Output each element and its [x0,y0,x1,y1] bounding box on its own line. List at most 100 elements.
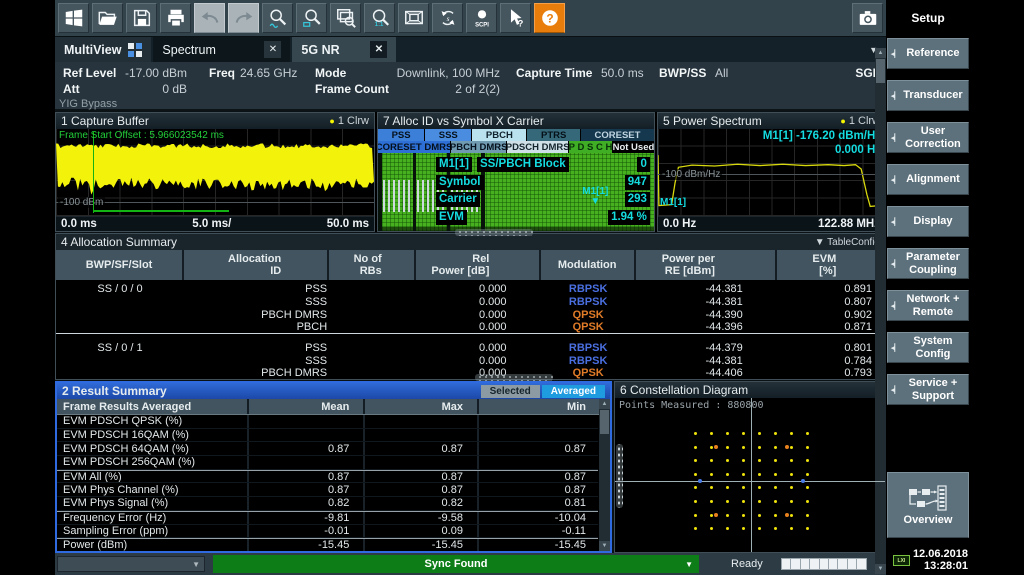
softkey-user-correction[interactable]: ◂▏User Correction [887,122,969,153]
table-row[interactable]: SSS0.000RBPSK-44.3810.784 [56,354,885,367]
table-row[interactable]: PBCH DMRS0.000QPSK-44.4060.793 [56,367,885,379]
tab-multiview[interactable]: MultiView [55,37,151,62]
screenshot-button[interactable] [852,3,883,33]
result-header: Frame Results AveragedMeanMaxMin [57,399,610,415]
table-config-dropdown[interactable]: ▼ TableConfig [815,237,880,248]
table-row[interactable]: SS / 0 / 1PSS0.000RBPSK-44.3790.801 [56,341,885,354]
splitter-handle[interactable] [475,374,553,381]
capture-time-value[interactable]: 50.0 ms [601,66,644,80]
ref-level-value[interactable]: -17.00 dBm [115,66,187,80]
mode-value[interactable]: Downlink, 100 MHz [355,66,500,80]
sync-status-bar[interactable]: Sync Found ▼ [213,555,699,573]
zoom-trace-button[interactable] [262,3,293,33]
status-dropdown[interactable]: ▼ [57,556,205,572]
scroll-down-icon[interactable]: ▼ [599,541,610,551]
constellation-point [742,473,745,476]
result-row[interactable]: EVM PDSCH 256QAM (%) [57,456,598,470]
frame-start-marker-line[interactable] [93,132,94,214]
fit-screen-button[interactable] [398,3,429,33]
table-row[interactable]: SS / 0 / 0PSS0.000RBPSK-44.3810.891 [56,282,885,295]
column-header[interactable]: Modulation [541,250,636,280]
softkey-service-support[interactable]: ◂▏Service + Support [887,374,969,405]
column-header[interactable]: BWP/SF/Slot [56,250,184,280]
softkey-system-config[interactable]: ◂▏System Config [887,332,969,363]
result-row[interactable]: EVM Phys Channel (%)0.870.870.87 [57,483,598,497]
column-header[interactable]: Rel Power [dB] [416,250,540,280]
cell-allocation-id: PBCH DMRS [184,367,329,379]
scrollbar-thumb[interactable] [876,59,885,83]
result-scrollbar[interactable]: ▲ ▼ [599,399,610,551]
channel-settings-bar: Ref Level -17.00 dBm Att 0 dB YIG Bypass… [55,62,886,111]
cell-mean: 0.87 [249,471,365,483]
softkey-parameter-coupling[interactable]: ◂▏Parameter Coupling [887,248,969,279]
tab-spectrum[interactable]: Spectrum ✕ [153,37,290,62]
column-header[interactable]: Frame Results Averaged [57,399,249,414]
frame-count-value[interactable]: 2 of 2(2) [355,82,500,96]
softkey-reference[interactable]: ◂▏Reference [887,38,969,69]
close-icon[interactable]: ✕ [370,41,387,58]
undo-button[interactable] [194,3,225,33]
redo-icon [233,7,255,29]
single-sweep-refresh-button[interactable]: s [432,3,463,33]
legend-item: CORESET [581,129,654,141]
scrollbar-thumb[interactable] [600,410,609,434]
result-row[interactable]: EVM PDSCH 16QAM (%) [57,429,598,443]
result-row[interactable]: Sampling Error (ppm)-0.010.09-0.11 [57,525,598,539]
cell-modulation: QPSK [541,367,636,379]
result-row[interactable]: EVM All (%)0.870.870.87 [57,470,598,484]
result-row[interactable]: EVM PDSCH QPSK (%) [57,415,598,429]
help-button[interactable]: ? [534,3,565,33]
freq-value[interactable]: 24.65 GHz [240,66,297,80]
result-row[interactable]: EVM PDSCH 64QAM (%)0.870.870.87 [57,442,598,456]
result-row[interactable]: EVM Phys Signal (%)0.820.820.81 [57,497,598,511]
averaged-view-button[interactable]: Averaged [542,385,605,398]
open-file-button[interactable] [92,3,123,33]
marker-m1-tag[interactable]: M1[1] [660,198,686,208]
softkey-network-remote[interactable]: ◂▏Network + Remote [887,290,969,321]
close-icon[interactable]: ✕ [264,41,281,58]
column-header[interactable]: Power per RE [dBm] [636,250,777,280]
scroll-up-icon[interactable]: ▲ [875,48,886,58]
att-value[interactable]: 0 dB [115,82,187,96]
panel-title: 6 Constellation Diagram [620,383,748,397]
column-header[interactable]: Mean [249,399,365,414]
windows-menu-button[interactable] [58,3,89,33]
splitter-handle[interactable] [616,444,623,508]
result-row[interactable]: Frequency Error (Hz)-9.81-9.58-10.04 [57,511,598,525]
scpi-recorder-button[interactable]: SCPI [466,3,497,33]
table-row[interactable]: PBCH DMRS0.000QPSK-44.3900.902 [56,308,885,321]
splitter-handle[interactable] [455,229,533,236]
allocation-summary-title-bar: 4 Allocation Summary ▼ TableConfig [56,234,885,250]
cell-label: EVM PDSCH 256QAM (%) [57,456,249,469]
softkey-transducer[interactable]: ◂▏Transducer [887,80,969,111]
cell-mean [249,415,365,428]
column-header[interactable]: Max [365,399,479,414]
column-header[interactable]: Allocation ID [184,250,329,280]
column-header[interactable]: No of RBs [329,250,416,280]
setup-menu-header[interactable]: Setup [886,0,970,36]
marker-m1-tag[interactable]: M1[1] ▼ [582,187,608,207]
bwp-ss-value[interactable]: All [715,66,728,80]
softkey-alignment[interactable]: ◂▏Alignment [887,164,969,195]
softkey-overview[interactable]: Overview [887,472,969,538]
context-help-button[interactable]: ? [500,3,531,33]
tab-5g-nr[interactable]: 5G NR ✕ [292,37,396,62]
toolbar: 1:1 s SCPI ? ? [55,0,886,36]
multi-view-zoom-button[interactable] [330,3,361,33]
redo-button[interactable] [228,3,259,33]
save-button[interactable] [126,3,157,33]
column-header[interactable]: Min [479,399,598,414]
zoom-1to1-button[interactable]: 1:1 [364,3,395,33]
table-row[interactable]: PBCH0.000QPSK-44.3960.871 [56,321,885,334]
constellation-title-bar: 6 Constellation Diagram [615,382,885,398]
column-header[interactable]: EVM [%] [777,250,885,280]
softkey-display[interactable]: ◂▏Display [887,206,969,237]
table-row[interactable]: SSS0.000RBPSK-44.3810.807 [56,295,885,308]
scroll-up-icon[interactable]: ▲ [599,399,610,409]
trace-badge[interactable]: ●1 Clrw [329,115,369,127]
zoom-selection-button[interactable] [296,3,327,33]
print-button[interactable] [160,3,191,33]
selected-view-button[interactable]: Selected [481,385,540,398]
scroll-down-icon[interactable]: ▼ [875,564,886,574]
result-row[interactable]: Power (dBm)-15.45-15.45-15.45 [57,538,598,551]
